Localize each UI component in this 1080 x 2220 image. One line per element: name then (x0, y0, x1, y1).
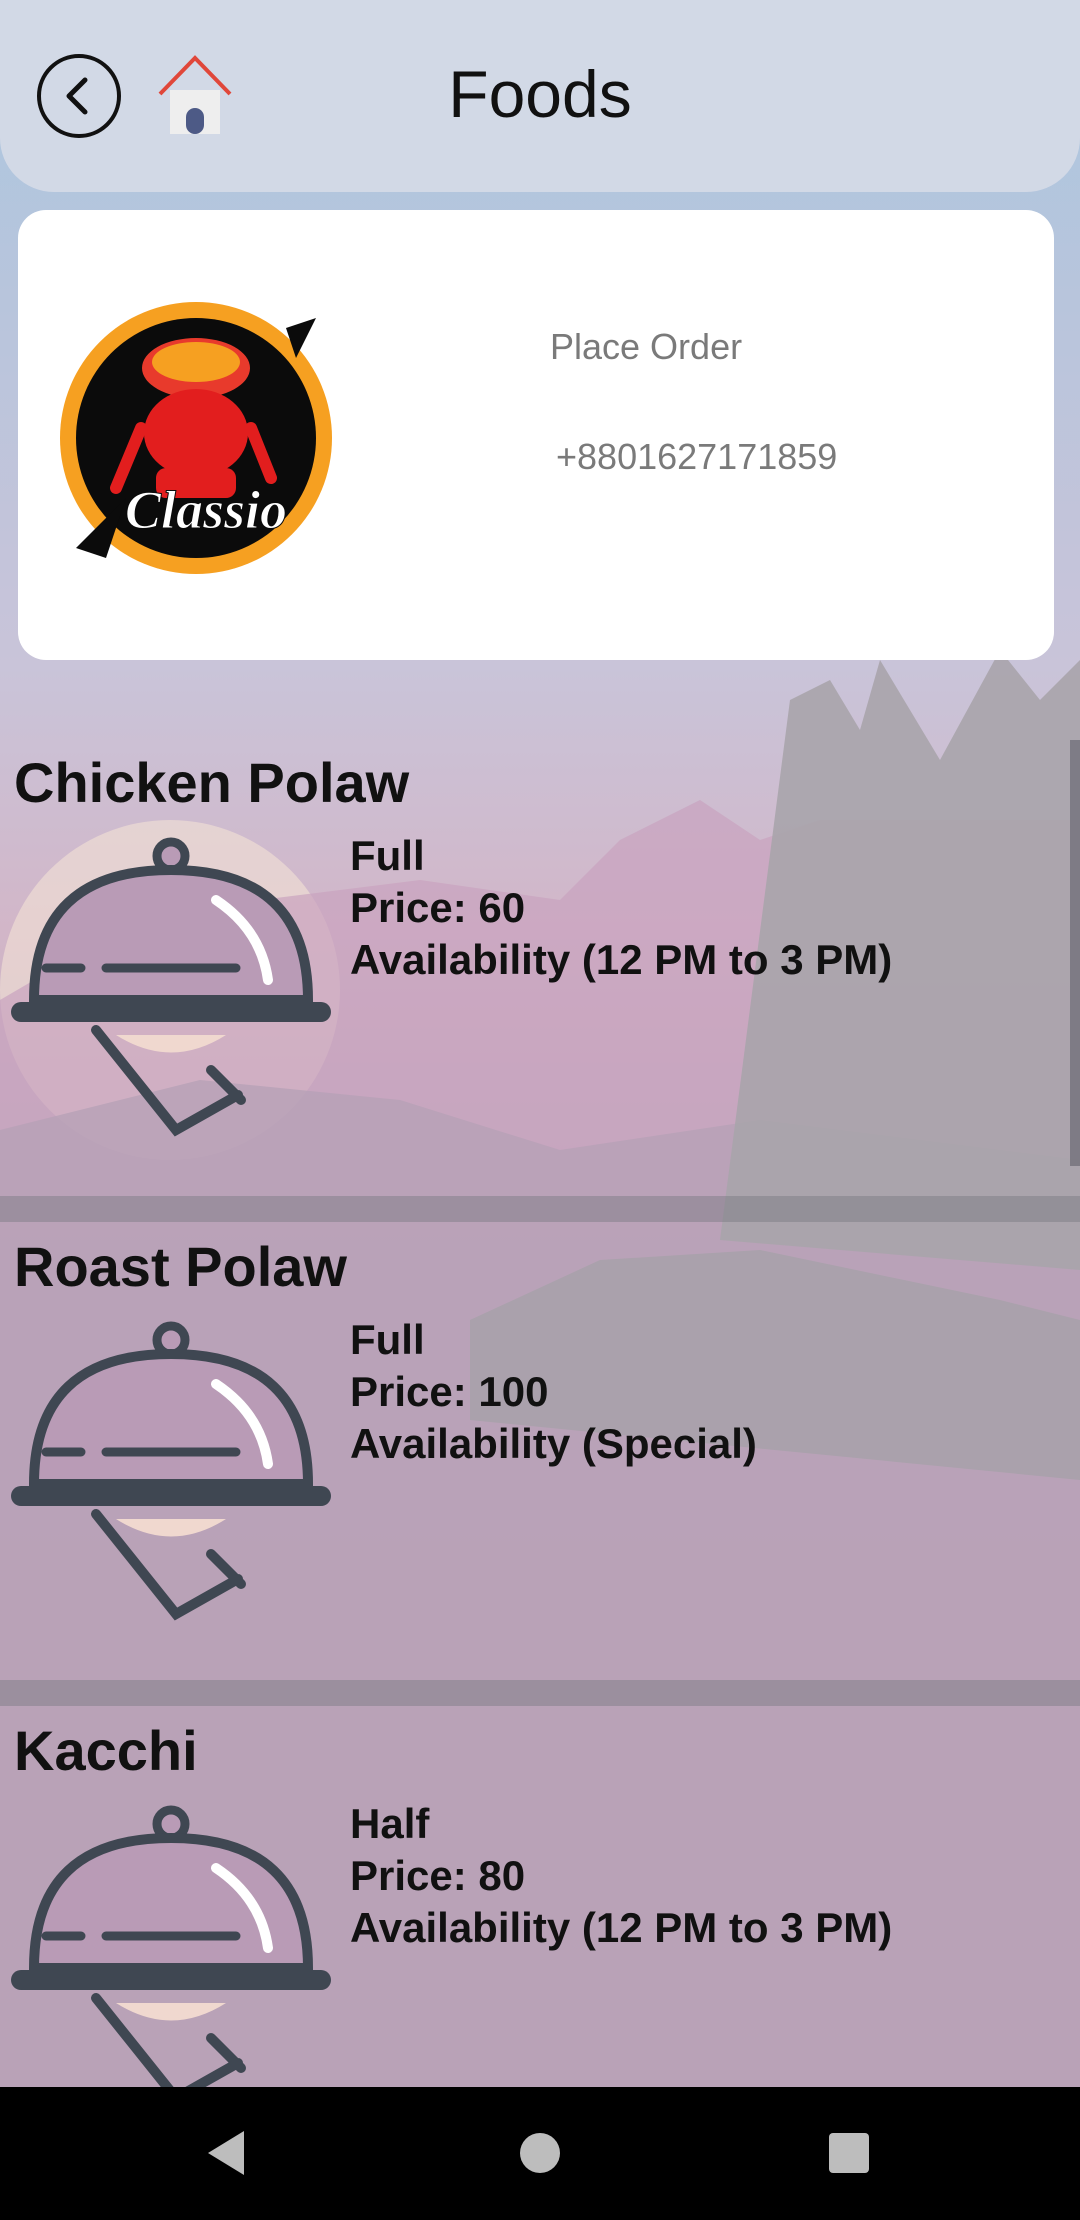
logo-text: Classio (125, 480, 287, 540)
square-recents-icon[interactable] (829, 2133, 869, 2173)
place-order-label[interactable]: Place Order (550, 326, 742, 368)
food-availability: Availability (12 PM to 3 PM) (350, 936, 893, 983)
food-details: Half Price: 80 Availability (12 PM to 3 … (350, 1798, 892, 1954)
restaurant-logo: Classio (60, 302, 332, 574)
phone-number[interactable]: +8801627171859 (556, 436, 837, 478)
food-item[interactable]: Kacchi Half Price: 80 Availability (12 P… (0, 1698, 1080, 2087)
food-price: Price: 80 (350, 1852, 526, 1899)
scrollbar[interactable] (1070, 740, 1080, 1166)
cloche-icon (11, 1805, 331, 2087)
food-portion: Full (350, 1316, 425, 1363)
food-portion: Full (350, 832, 425, 879)
page-title: Foods (448, 57, 632, 131)
food-item[interactable]: Roast Polaw Full Price: 100 Availability… (0, 1214, 1080, 1684)
cloche-icon (11, 1321, 331, 1621)
food-price: Price: 100 (350, 1368, 549, 1415)
triangle-back-icon[interactable] (204, 2127, 248, 2179)
cloche-icon (11, 837, 331, 1137)
app-header: Foods (0, 0, 1080, 192)
food-portion: Half (350, 1800, 430, 1847)
food-availability: Availability (12 PM to 3 PM) (350, 1904, 893, 1951)
food-details: Full Price: 100 Availability (Special) (350, 1314, 757, 1470)
food-availability: Availability (Special) (350, 1420, 757, 1467)
food-item[interactable]: Chicken Polaw Full Price: 60 Availabilit… (0, 730, 1080, 1200)
food-name: Kacchi (14, 1719, 198, 1782)
shop-card: Classio Place Order +8801627171859 (18, 210, 1054, 660)
food-name: Roast Polaw (14, 1235, 347, 1298)
food-name: Chicken Polaw (14, 751, 410, 814)
food-details: Full Price: 60 Availability (12 PM to 3 … (350, 830, 892, 986)
system-nav-bar (0, 2087, 1080, 2220)
circle-home-icon[interactable] (520, 2133, 560, 2173)
food-price: Price: 60 (350, 884, 526, 931)
